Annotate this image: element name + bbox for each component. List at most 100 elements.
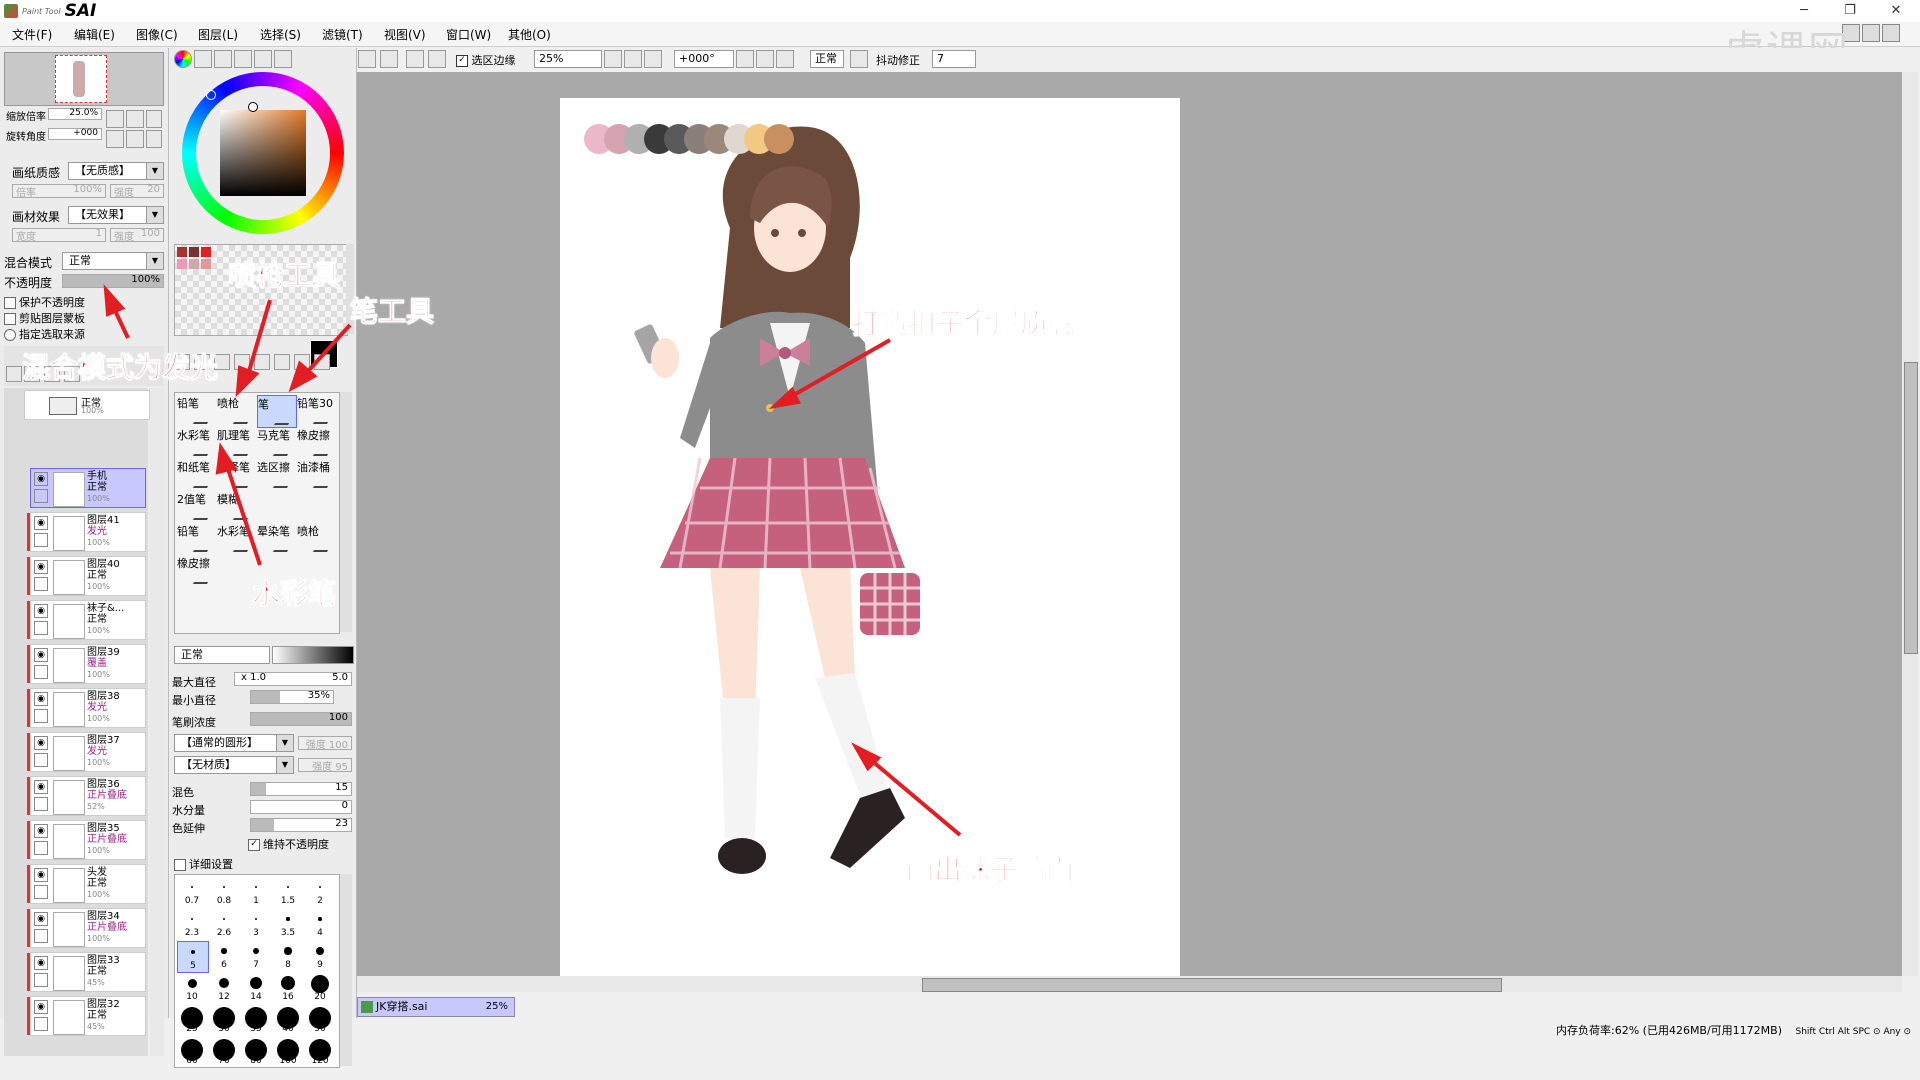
toolbar-blend-mode[interactable]: 正常 — [810, 50, 844, 68]
hue-cursor[interactable] — [206, 90, 216, 100]
tool-slot[interactable]: 马克笔 — [257, 427, 296, 458]
brush-size-cell[interactable]: 1 — [241, 877, 271, 907]
tool-slot[interactable]: 笔 — [257, 395, 297, 428]
eye-icon[interactable]: ◉ — [34, 472, 48, 486]
rotate-left-button[interactable] — [736, 50, 754, 68]
menu-other[interactable]: 其他(O) — [508, 26, 551, 43]
lock-icon[interactable] — [34, 885, 48, 899]
brush-size-cell[interactable]: 3.5 — [273, 909, 303, 939]
layer-row[interactable]: ◉ 图层38 发光 100% — [27, 688, 146, 728]
tool-slot[interactable] — [257, 491, 295, 522]
clipping-mask-checkbox[interactable]: 剪贴图层蒙板 — [4, 310, 85, 326]
brush-size-cell[interactable]: 0.8 — [209, 877, 239, 907]
zoom-out-button[interactable] — [604, 50, 622, 68]
zoom-in-button[interactable] — [624, 50, 642, 68]
brush-shape-select[interactable]: 【通常的圆形】 ▼ — [174, 734, 294, 752]
layer-list-scrollbar[interactable] — [150, 388, 164, 1056]
selection-source-checkbox[interactable]: 指定选取来源 — [4, 326, 85, 342]
rotate-tool-button[interactable] — [274, 354, 290, 370]
menu-edit[interactable]: 编辑(E) — [74, 26, 115, 43]
eye-icon[interactable]: ◉ — [34, 692, 48, 706]
eye-icon[interactable]: ◉ — [34, 648, 48, 662]
lock-icon[interactable] — [34, 797, 48, 811]
tool-slot[interactable]: 选区擦 — [257, 459, 296, 490]
layer-row[interactable]: ◉ 图层37 发光 100% — [27, 732, 146, 772]
brush-size-cell[interactable]: 10 — [177, 973, 207, 1003]
tool-slot[interactable]: 喷枪 — [297, 523, 336, 554]
paper-strength-slider[interactable]: 强度 20 — [110, 184, 164, 199]
layer-row[interactable]: ◉ 图层35 正片叠底 100% — [27, 820, 146, 860]
water-slider[interactable]: 0 — [250, 800, 352, 814]
nav-rotate-reset-button[interactable] — [146, 130, 162, 148]
menu-view[interactable]: 视图(V) — [384, 26, 426, 43]
swatch-tab[interactable] — [254, 50, 272, 68]
brush-size-cell[interactable]: 20 — [305, 973, 335, 1003]
nav-zoom-in-button[interactable] — [126, 110, 144, 128]
brush-size-cell[interactable]: 12 — [209, 973, 239, 1003]
invert-selection-button[interactable] — [428, 50, 446, 68]
scratchpad-tab[interactable] — [274, 50, 292, 68]
lock-icon[interactable] — [34, 709, 48, 723]
tool-slot[interactable] — [297, 491, 335, 522]
brush-size-cell[interactable]: 50 — [305, 1005, 335, 1035]
navigator-preview[interactable] — [4, 52, 164, 106]
density-slider[interactable]: 100 — [250, 712, 352, 726]
tool-slot[interactable]: 铅笔 — [177, 395, 216, 426]
rgb-slider-tab[interactable] — [194, 50, 212, 68]
horizontal-scroll-thumb[interactable] — [922, 978, 1502, 992]
brush-size-cell[interactable]: 60 — [177, 1037, 207, 1067]
eye-icon[interactable]: ◉ — [34, 868, 48, 882]
file-tab[interactable]: JK穿搭.sai 25% — [357, 997, 515, 1017]
brush-texture-strength[interactable]: 强度 95 — [298, 758, 352, 773]
brush-size-cell[interactable]: 2.6 — [209, 909, 239, 939]
lock-icon[interactable] — [34, 841, 48, 855]
opacity-slider[interactable]: 100% — [62, 274, 164, 288]
menu-select[interactable]: 选择(S) — [260, 26, 301, 43]
zoom-tool-button[interactable] — [254, 354, 270, 370]
tool-slot[interactable]: 2值笔 — [177, 491, 216, 522]
tool-grid-scrollbar[interactable] — [340, 392, 352, 632]
nav-zoom-slider[interactable]: 25.0% — [48, 108, 102, 120]
panel-close-button[interactable] — [1882, 24, 1900, 42]
tool-slot[interactable]: 选择笔 — [217, 459, 256, 490]
lock-icon[interactable] — [34, 665, 48, 679]
brush-size-cell[interactable]: 5 — [177, 941, 209, 973]
eye-icon[interactable]: ◉ — [34, 780, 48, 794]
hsv-slider-tab[interactable] — [214, 50, 232, 68]
move-tool-button[interactable] — [234, 354, 250, 370]
brush-size-cell[interactable]: 35 — [241, 1005, 271, 1035]
lock-icon[interactable] — [34, 577, 48, 591]
color-wheel-tab[interactable] — [174, 50, 192, 68]
brush-size-cell[interactable]: 0.7 — [177, 877, 207, 907]
blend-mode-select[interactable]: 正常 ▼ — [62, 252, 164, 270]
brush-size-cell[interactable]: 6 — [209, 941, 239, 971]
lock-icon[interactable] — [34, 973, 48, 987]
brush-mode-select[interactable]: 正常 — [174, 646, 270, 664]
brush-size-cell[interactable]: 16 — [273, 973, 303, 1003]
brush-texture-select[interactable]: 【无材质】 ▼ — [174, 756, 294, 774]
brush-size-cell[interactable]: 100 — [273, 1037, 303, 1067]
rotate-reset-button[interactable] — [776, 50, 794, 68]
layer-row[interactable]: ◉ 图层34 正片叠底 100% — [27, 908, 146, 948]
keep-opacity-checkbox[interactable]: ✓ 维持不透明度 — [248, 836, 329, 852]
layer-row[interactable]: ◉ 图层36 正片叠底 52% — [27, 776, 146, 816]
eye-icon[interactable]: ◉ — [34, 604, 48, 618]
nav-rotate-right-button[interactable] — [126, 130, 144, 148]
tool-slot[interactable]: 水彩笔 — [177, 427, 216, 458]
color-wheel[interactable] — [182, 72, 344, 234]
blend-slider[interactable]: 15 — [250, 782, 352, 796]
layer-folder[interactable]: 正常 100% — [24, 390, 150, 420]
eyedropper-tool-button[interactable] — [314, 354, 330, 370]
lock-icon[interactable] — [34, 1017, 48, 1031]
layer-row[interactable]: ◉ 袜子&... 正常 100% — [27, 600, 146, 640]
brush-size-cell[interactable]: 2.3 — [177, 909, 207, 939]
rotation-select[interactable]: +000° — [674, 50, 734, 68]
eye-icon[interactable]: ◉ — [34, 736, 48, 750]
detail-settings-checkbox[interactable]: 详细设置 — [174, 856, 233, 872]
zoom-reset-button[interactable] — [644, 50, 662, 68]
layer-row[interactable]: ◉ 图层39 覆盖 100% — [27, 644, 146, 684]
tool-slot[interactable]: 橡皮擦 — [177, 555, 216, 586]
tool-slot[interactable]: 晕染笔 — [257, 523, 296, 554]
brush-size-cell[interactable]: 1.5 — [273, 877, 303, 907]
layer-row[interactable]: ◉ 图层32 正常 45% — [27, 996, 146, 1036]
